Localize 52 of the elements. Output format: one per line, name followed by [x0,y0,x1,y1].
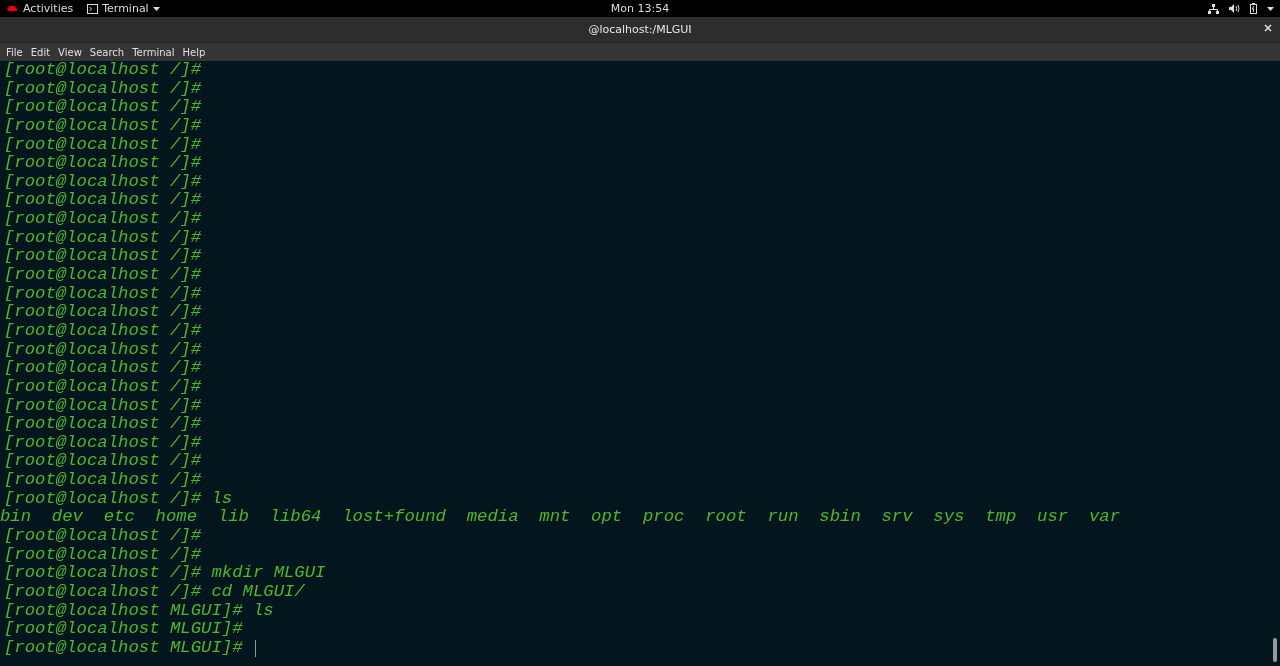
hat-icon [6,4,19,13]
prompt-line: [root@localhost /]# [4,321,202,341]
prompt-line: [root@localhost /]# [4,377,202,397]
close-button[interactable] [1264,24,1272,32]
prompt-line: [root@localhost /]# [4,154,202,173]
prompt-line: [root@localhost /]# [4,247,202,267]
prompt-line: [root@localhost /]# [4,452,202,472]
battery-icon[interactable] [1250,3,1257,14]
prompt-line: [root@localhost /]# [4,191,202,211]
menu-item[interactable]: View [54,46,86,58]
prompt-line: [root@localhost /]# [4,210,202,229]
prompt-line: [root@localhost /]# [4,61,202,80]
prompt-line: [root@localhost /]# [4,135,202,155]
prompt-line: [root@localhost /]# [4,172,202,192]
prompt-line: [root@localhost MLGUI]# [4,638,243,658]
prompt-line: [root@localhost MLGUI]# [4,620,243,639]
window-title: @localhost:/MLGUI [588,23,692,36]
prompt-line: [root@localhost /]# ls [4,489,233,509]
network-icon[interactable] [1208,3,1219,14]
prompt-line: [root@localhost /]# [4,359,202,378]
caret-icon[interactable] [1267,6,1274,11]
menu-item[interactable]: Edit [26,46,55,58]
prompt-line: [root@localhost /]# [4,396,202,416]
prompt-line: [root@localhost /]# [4,98,202,117]
prompt-line: [root@localhost /]# [4,79,202,99]
menu-item[interactable]: Search [85,46,129,58]
prompt-line: [root@localhost /]# [4,284,202,304]
prompt-line: [root@localhost /]# [4,340,202,360]
clock[interactable]: Mon 13:54 [610,2,670,15]
prompt-line: [root@localhost /]# [4,545,202,565]
prompt-line: [root@localhost /]# mkdir MLGUI [4,564,326,583]
prompt-line: [root@localhost /]# [4,303,202,322]
app-menu[interactable]: Terminal [87,2,160,15]
text-cursor [254,639,256,657]
prompt-line: [root@localhost /]# [4,266,202,285]
scrollbar-thumb[interactable] [1273,638,1277,662]
prompt-line: [root@localhost /]# [4,116,202,136]
prompt-line: [root@localhost /]# [4,228,202,248]
volume-icon[interactable] [1229,4,1240,13]
prompt-line: [root@localhost /]# [4,433,202,453]
menu-item[interactable]: Terminal [128,46,179,58]
menu-item[interactable]: File [2,46,27,58]
command-output: bin dev etc home lib lib64 lost+found media mnt opt proc root run sbin srv sys tmp usr var [0,508,1120,528]
prompt-line: [root@localhost /]# [4,527,202,546]
menu-item[interactable]: Help [178,46,210,58]
terminal-icon [87,3,99,14]
activities-button[interactable]: Activities [6,2,74,15]
prompt-line: [root@localhost /]# cd MLGUI/ [4,582,305,602]
prompt-line: [root@localhost /]# [4,471,202,490]
caret-icon [152,6,160,11]
prompt-line: [root@localhost MLGUI]# ls [4,601,274,621]
prompt-line: [root@localhost /]# [4,415,202,434]
